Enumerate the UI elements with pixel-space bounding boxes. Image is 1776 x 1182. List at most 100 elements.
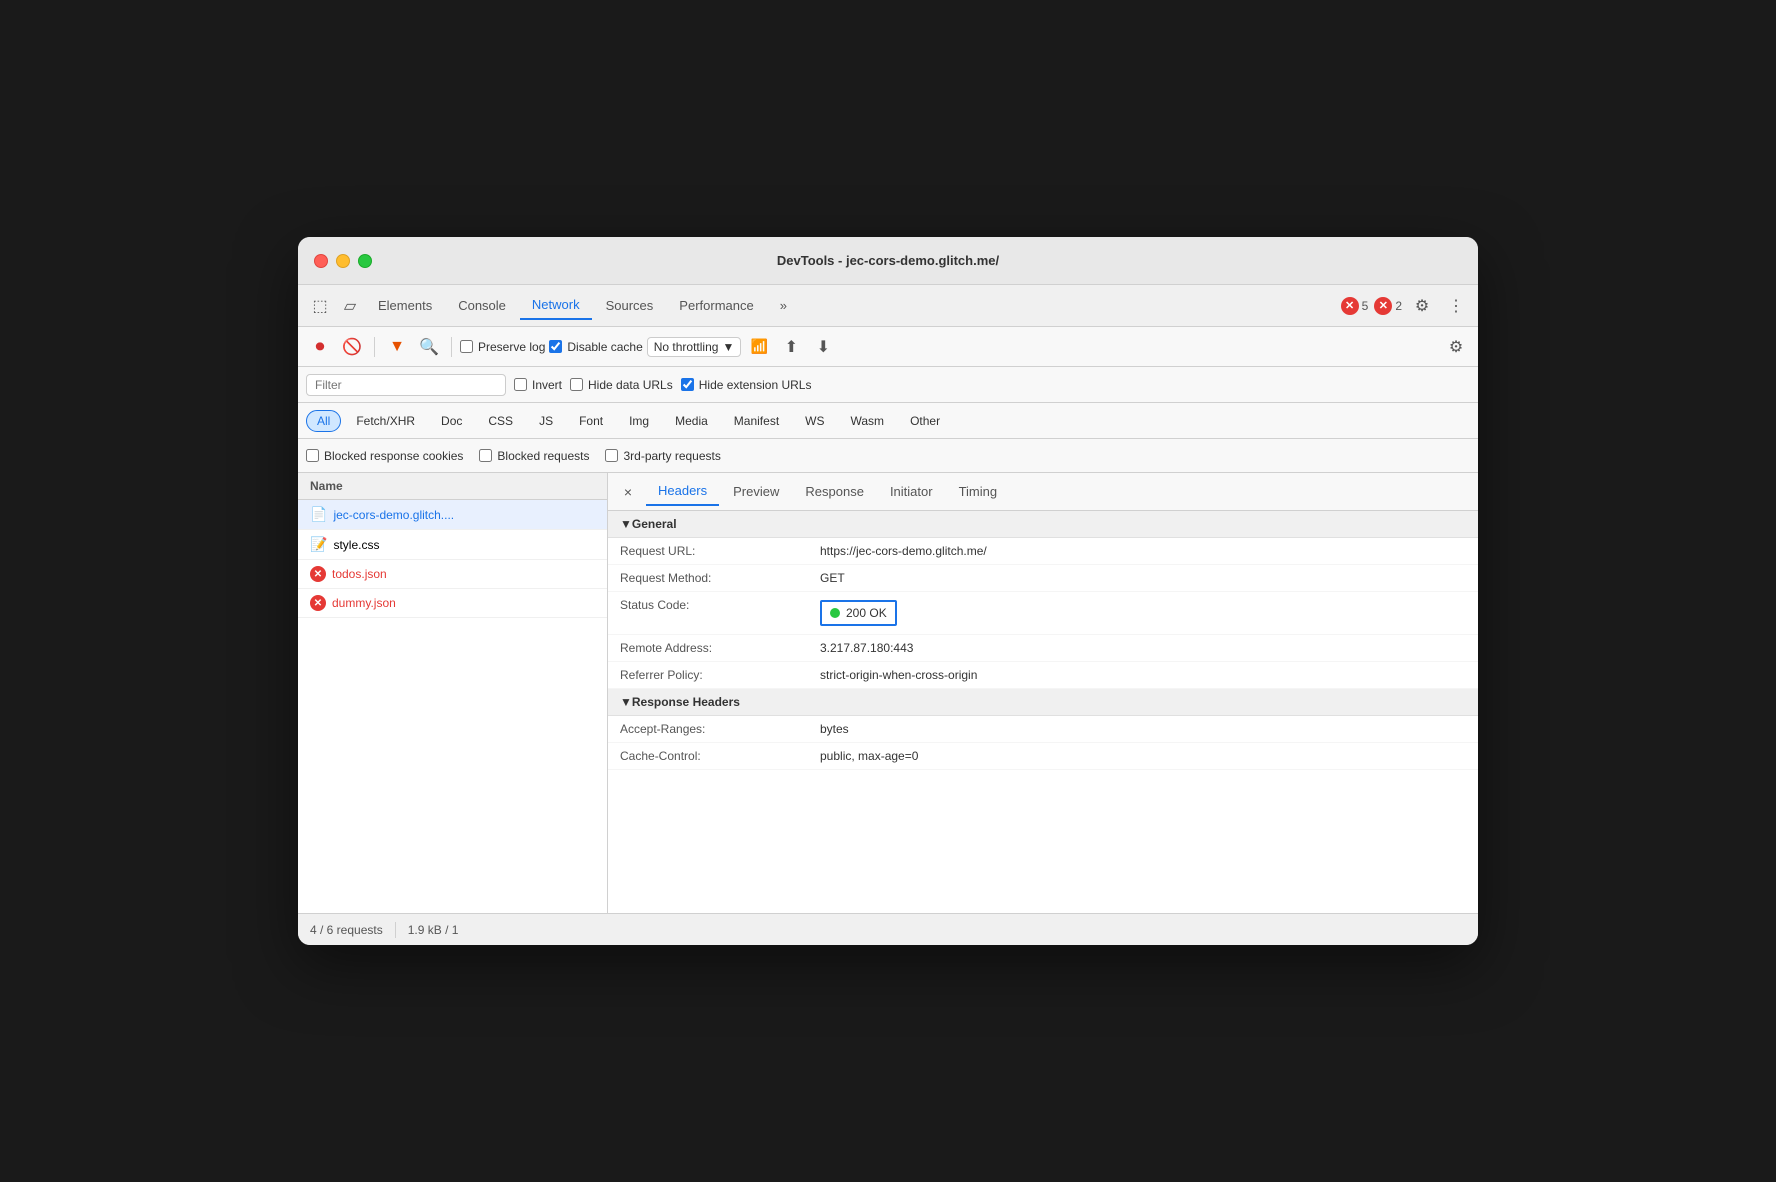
blocked-requests-label[interactable]: Blocked requests: [479, 449, 589, 463]
disable-cache-checkbox[interactable]: [549, 340, 562, 353]
download-icon[interactable]: ⬇: [809, 333, 837, 361]
minimize-button[interactable]: [336, 254, 350, 268]
requests-count: 4 / 6 requests: [310, 923, 383, 937]
detail-key-status: Status Code:: [620, 598, 820, 612]
invert-checkbox[interactable]: [514, 378, 527, 391]
file-name-2: style.css: [333, 538, 379, 552]
record-button[interactable]: ⏺: [306, 333, 334, 361]
detail-value-address: 3.217.87.180:443: [820, 641, 1466, 655]
invert-label[interactable]: Invert: [514, 378, 562, 392]
file-item-4[interactable]: ✕ dummy.json: [298, 589, 607, 618]
file-list-header: Name: [298, 473, 607, 500]
throttle-selector[interactable]: No throttling ▼: [647, 337, 742, 357]
tab-network[interactable]: Network: [520, 291, 592, 320]
type-fetch-xhr-button[interactable]: Fetch/XHR: [345, 410, 426, 432]
tabs-right: ✕ 5 ✕ 2 ⚙ ⋮: [1341, 292, 1470, 320]
detail-value-url: https://jec-cors-demo.glitch.me/: [820, 544, 1466, 558]
window-title: DevTools - jec-cors-demo.glitch.me/: [777, 253, 999, 268]
hide-data-urls-label[interactable]: Hide data URLs: [570, 378, 673, 392]
type-css-button[interactable]: CSS: [477, 410, 524, 432]
file-name-3: todos.json: [332, 567, 387, 581]
detail-key-accept-ranges: Accept-Ranges:: [620, 722, 820, 736]
file-item-2[interactable]: 📝 style.css: [298, 530, 607, 560]
error-icon-4: ✕: [310, 595, 326, 611]
cursor-icon[interactable]: ⬚: [306, 292, 334, 320]
hide-data-urls-checkbox[interactable]: [570, 378, 583, 391]
detail-key-cache-control: Cache-Control:: [620, 749, 820, 763]
clear-button[interactable]: 🚫: [338, 333, 366, 361]
maximize-button[interactable]: [358, 254, 372, 268]
blocked-cookies-checkbox[interactable]: [306, 449, 319, 462]
traffic-lights: [314, 254, 372, 268]
third-party-checkbox[interactable]: [605, 449, 618, 462]
hide-extension-urls-label[interactable]: Hide extension URLs: [681, 378, 812, 392]
upload-icon[interactable]: ⬆: [777, 333, 805, 361]
tab-sources[interactable]: Sources: [594, 292, 666, 319]
error-badge-1: ✕ 5: [1341, 297, 1369, 315]
status-highlight: 200 OK: [820, 600, 897, 626]
tab-more[interactable]: »: [768, 292, 799, 319]
third-party-label[interactable]: 3rd-party requests: [605, 449, 720, 463]
detail-key-referrer: Referrer Policy:: [620, 668, 820, 682]
detail-value-accept-ranges: bytes: [820, 722, 1466, 736]
hide-extension-urls-checkbox[interactable]: [681, 378, 694, 391]
preserve-log-label[interactable]: Preserve log: [460, 340, 545, 354]
devtools-window: DevTools - jec-cors-demo.glitch.me/ ⬚ ▱ …: [298, 237, 1478, 945]
doc-icon: 📄: [310, 506, 327, 523]
details-tab-headers[interactable]: Headers: [646, 477, 719, 506]
filter-icon[interactable]: ▼: [383, 333, 411, 361]
search-icon[interactable]: 🔍: [415, 333, 443, 361]
type-ws-button[interactable]: WS: [794, 410, 835, 432]
toolbar-divider-2: [451, 337, 452, 357]
css-icon: 📝: [310, 536, 327, 553]
close-button[interactable]: [314, 254, 328, 268]
type-media-button[interactable]: Media: [664, 410, 719, 432]
detail-value-status: 200 OK: [846, 606, 887, 620]
response-section-header[interactable]: ▼Response Headers: [608, 689, 1478, 716]
filter-input[interactable]: [306, 374, 506, 396]
file-name-1: jec-cors-demo.glitch....: [333, 508, 454, 522]
detail-key-address: Remote Address:: [620, 641, 820, 655]
type-font-button[interactable]: Font: [568, 410, 614, 432]
status-bar: 4 / 6 requests 1.9 kB / 1: [298, 913, 1478, 945]
status-divider: [395, 922, 396, 938]
blocked-cookies-label[interactable]: Blocked response cookies: [306, 449, 463, 463]
disable-cache-label[interactable]: Disable cache: [549, 340, 642, 354]
error-badge-2: ✕ 2: [1374, 297, 1402, 315]
preserve-log-checkbox[interactable]: [460, 340, 473, 353]
type-js-button[interactable]: JS: [528, 410, 564, 432]
settings-gear-icon[interactable]: ⚙: [1408, 292, 1436, 320]
details-tab-timing[interactable]: Timing: [947, 478, 1010, 505]
detail-value-cache-control: public, max-age=0: [820, 749, 1466, 763]
more-options-icon[interactable]: ⋮: [1442, 292, 1470, 320]
main-content: Name 📄 jec-cors-demo.glitch.... 📝 style.…: [298, 473, 1478, 913]
device-icon[interactable]: ▱: [336, 292, 364, 320]
wifi-icon[interactable]: 📶: [745, 333, 773, 361]
type-other-button[interactable]: Other: [899, 410, 951, 432]
details-tab-preview[interactable]: Preview: [721, 478, 791, 505]
status-dot: [830, 608, 840, 618]
file-name-4: dummy.json: [332, 596, 396, 610]
type-all-button[interactable]: All: [306, 410, 341, 432]
details-tab-initiator[interactable]: Initiator: [878, 478, 945, 505]
filter-bar: Invert Hide data URLs Hide extension URL…: [298, 367, 1478, 403]
detail-row-referrer: Referrer Policy: strict-origin-when-cros…: [608, 662, 1478, 689]
file-item-1[interactable]: 📄 jec-cors-demo.glitch....: [298, 500, 607, 530]
tab-performance[interactable]: Performance: [667, 292, 765, 319]
type-manifest-button[interactable]: Manifest: [723, 410, 790, 432]
file-item-3[interactable]: ✕ todos.json: [298, 560, 607, 589]
general-section-header[interactable]: ▼General: [608, 511, 1478, 538]
details-tab-response[interactable]: Response: [793, 478, 876, 505]
type-doc-button[interactable]: Doc: [430, 410, 473, 432]
devtools-tab-bar: ⬚ ▱ Elements Console Network Sources Per…: [298, 285, 1478, 327]
tab-console[interactable]: Console: [446, 292, 518, 319]
details-close-button[interactable]: ×: [616, 480, 640, 504]
network-settings-icon[interactable]: ⚙: [1442, 333, 1470, 361]
blocked-requests-checkbox[interactable]: [479, 449, 492, 462]
type-filter-bar: All Fetch/XHR Doc CSS JS Font Img Media …: [298, 403, 1478, 439]
type-img-button[interactable]: Img: [618, 410, 660, 432]
detail-key-method: Request Method:: [620, 571, 820, 585]
tab-elements[interactable]: Elements: [366, 292, 444, 319]
toolbar-divider-1: [374, 337, 375, 357]
type-wasm-button[interactable]: Wasm: [840, 410, 896, 432]
